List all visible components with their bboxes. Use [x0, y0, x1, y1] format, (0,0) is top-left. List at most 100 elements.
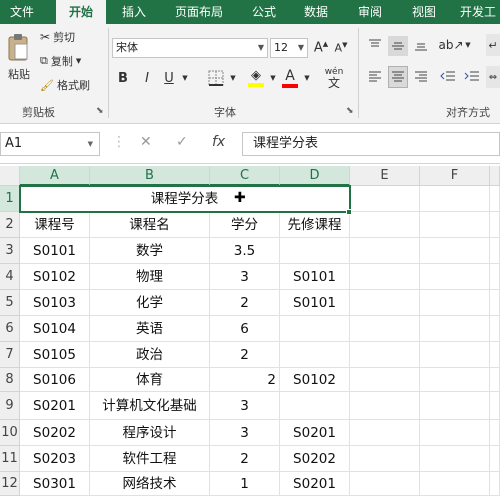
row-header[interactable]: 3 [0, 238, 20, 264]
tab-formulas[interactable]: 公式 [244, 0, 284, 24]
grid-cell[interactable]: 2 [210, 290, 280, 316]
grid-cell[interactable]: 程序设计 [90, 420, 210, 446]
grid-cell[interactable]: 6 [210, 316, 280, 342]
grid-cell-empty[interactable] [490, 368, 500, 392]
grid-cell[interactable]: S0101 [280, 264, 350, 290]
row-header[interactable]: 1 [0, 186, 20, 212]
row-header[interactable]: 10 [0, 420, 20, 446]
phonetic-button[interactable]: wén 文 [320, 66, 348, 90]
grid-cell[interactable]: 3 [210, 420, 280, 446]
grid-cell-empty[interactable] [420, 420, 490, 446]
borders-dropdown[interactable]: ▼ [228, 68, 238, 88]
grid-cell[interactable]: 2 [210, 446, 280, 472]
grid-cell[interactable]: 网络技术 [90, 472, 210, 496]
title-cell[interactable]: 课程学分表 [20, 186, 350, 212]
fill-handle[interactable] [346, 209, 352, 215]
grid-cell[interactable]: S0106 [20, 368, 90, 392]
grid-cell-empty[interactable] [350, 368, 420, 392]
column-header-f[interactable]: F [420, 166, 490, 186]
column-header-a[interactable]: A [20, 166, 90, 186]
align-top-button[interactable] [366, 36, 384, 54]
grid-cell-empty[interactable] [420, 212, 490, 238]
align-middle-button[interactable] [388, 36, 408, 56]
decrease-font-size-button[interactable]: A▼ [332, 38, 350, 58]
grid-cell-empty[interactable] [420, 472, 490, 496]
grid-cell[interactable] [280, 392, 350, 420]
align-center-button[interactable] [388, 66, 408, 88]
grid-cell[interactable]: 课程号 [20, 212, 90, 238]
grid-cell[interactable]: 政治 [90, 342, 210, 368]
name-box[interactable]: A1 ▼ [0, 132, 100, 156]
paste-label[interactable]: 粘贴 [2, 66, 36, 82]
grid-cell-empty[interactable] [350, 264, 420, 290]
grid-cell[interactable]: S0103 [20, 290, 90, 316]
grid-cell[interactable]: 物理 [90, 264, 210, 290]
fill-color-dropdown[interactable]: ▼ [268, 68, 278, 88]
grid-cell[interactable]: 学分 [210, 212, 280, 238]
grid-cell[interactable]: S0102 [20, 264, 90, 290]
tab-insert[interactable]: 插入 [112, 0, 156, 24]
grid-cell[interactable]: S0203 [20, 446, 90, 472]
grid-cell-empty[interactable] [350, 446, 420, 472]
tab-review[interactable]: 审阅 [350, 0, 390, 24]
row-header[interactable]: 9 [0, 392, 20, 420]
grid-cell[interactable]: S0102 [280, 368, 350, 392]
orientation-dropdown[interactable]: ▼ [464, 36, 472, 54]
grid-cell-empty[interactable] [420, 446, 490, 472]
grid-cell[interactable]: S0105 [20, 342, 90, 368]
row-header[interactable]: 8 [0, 368, 20, 392]
grid-cell[interactable]: 先修课程 [280, 212, 350, 238]
merge-center-button[interactable]: ⇔ [486, 66, 500, 88]
grid-cell[interactable] [280, 342, 350, 368]
underline-dropdown[interactable]: ▼ [180, 68, 190, 88]
grid-cell-empty[interactable] [420, 368, 490, 392]
row-header[interactable]: 12 [0, 472, 20, 496]
font-launcher-icon[interactable]: ⬊ [346, 106, 354, 116]
increase-indent-button[interactable] [462, 68, 482, 86]
grid-cell[interactable]: S0101 [20, 238, 90, 264]
wrap-text-button[interactable]: ↵ [486, 34, 500, 56]
tab-developer[interactable]: 开发工 [456, 0, 500, 24]
decrease-indent-button[interactable] [438, 68, 458, 86]
tab-page-layout[interactable]: 页面布局 [166, 0, 232, 24]
cancel-icon[interactable]: ✕ [140, 134, 152, 150]
grid-cell[interactable]: S0202 [20, 420, 90, 446]
grid-cell-empty[interactable] [420, 238, 490, 264]
grid-cell[interactable]: S0104 [20, 316, 90, 342]
grid-cell[interactable]: S0201 [20, 392, 90, 420]
grid-cell-empty[interactable] [350, 420, 420, 446]
grid-cell[interactable]: 计算机文化基础 [90, 392, 210, 420]
grid-cell[interactable]: 2 [210, 342, 280, 368]
grid-cell-empty[interactable] [490, 290, 500, 316]
grid-cell[interactable]: 1 [210, 472, 280, 496]
grid-cell-empty[interactable] [420, 342, 490, 368]
grid-cell[interactable]: S0301 [20, 472, 90, 496]
clipboard-launcher-icon[interactable]: ⬊ [96, 106, 104, 116]
row-header[interactable]: 11 [0, 446, 20, 472]
grid-cell[interactable]: 英语 [90, 316, 210, 342]
align-right-button[interactable] [412, 68, 430, 86]
grid-cell-empty[interactable] [490, 264, 500, 290]
grid-cell-empty[interactable] [420, 290, 490, 316]
tab-data[interactable]: 数据 [296, 0, 336, 24]
grid-cell-empty[interactable] [490, 392, 500, 420]
row-header[interactable]: 7 [0, 342, 20, 368]
grid-cell[interactable]: 体育 [90, 368, 210, 392]
row-header[interactable]: 6 [0, 316, 20, 342]
insert-function-button[interactable]: fx [212, 134, 225, 150]
grid-cell[interactable] [490, 186, 500, 212]
grid-cell-empty[interactable] [490, 342, 500, 368]
orientation-button[interactable]: ab↗ [438, 36, 463, 54]
grid-cell-empty[interactable] [490, 446, 500, 472]
grid-cell[interactable]: S0101 [280, 290, 350, 316]
grid-cell[interactable] [420, 186, 490, 212]
grid-cell[interactable]: 2 [210, 368, 280, 392]
bold-button[interactable]: B [114, 68, 132, 88]
grid-cell[interactable]: 课程名 [90, 212, 210, 238]
paste-button[interactable] [4, 30, 32, 64]
grid-cell-empty[interactable] [490, 420, 500, 446]
enter-icon[interactable]: ✓ [176, 134, 188, 150]
grid-cell[interactable]: S0201 [280, 420, 350, 446]
column-header-b[interactable]: B [90, 166, 210, 186]
grid-cell-empty[interactable] [420, 392, 490, 420]
